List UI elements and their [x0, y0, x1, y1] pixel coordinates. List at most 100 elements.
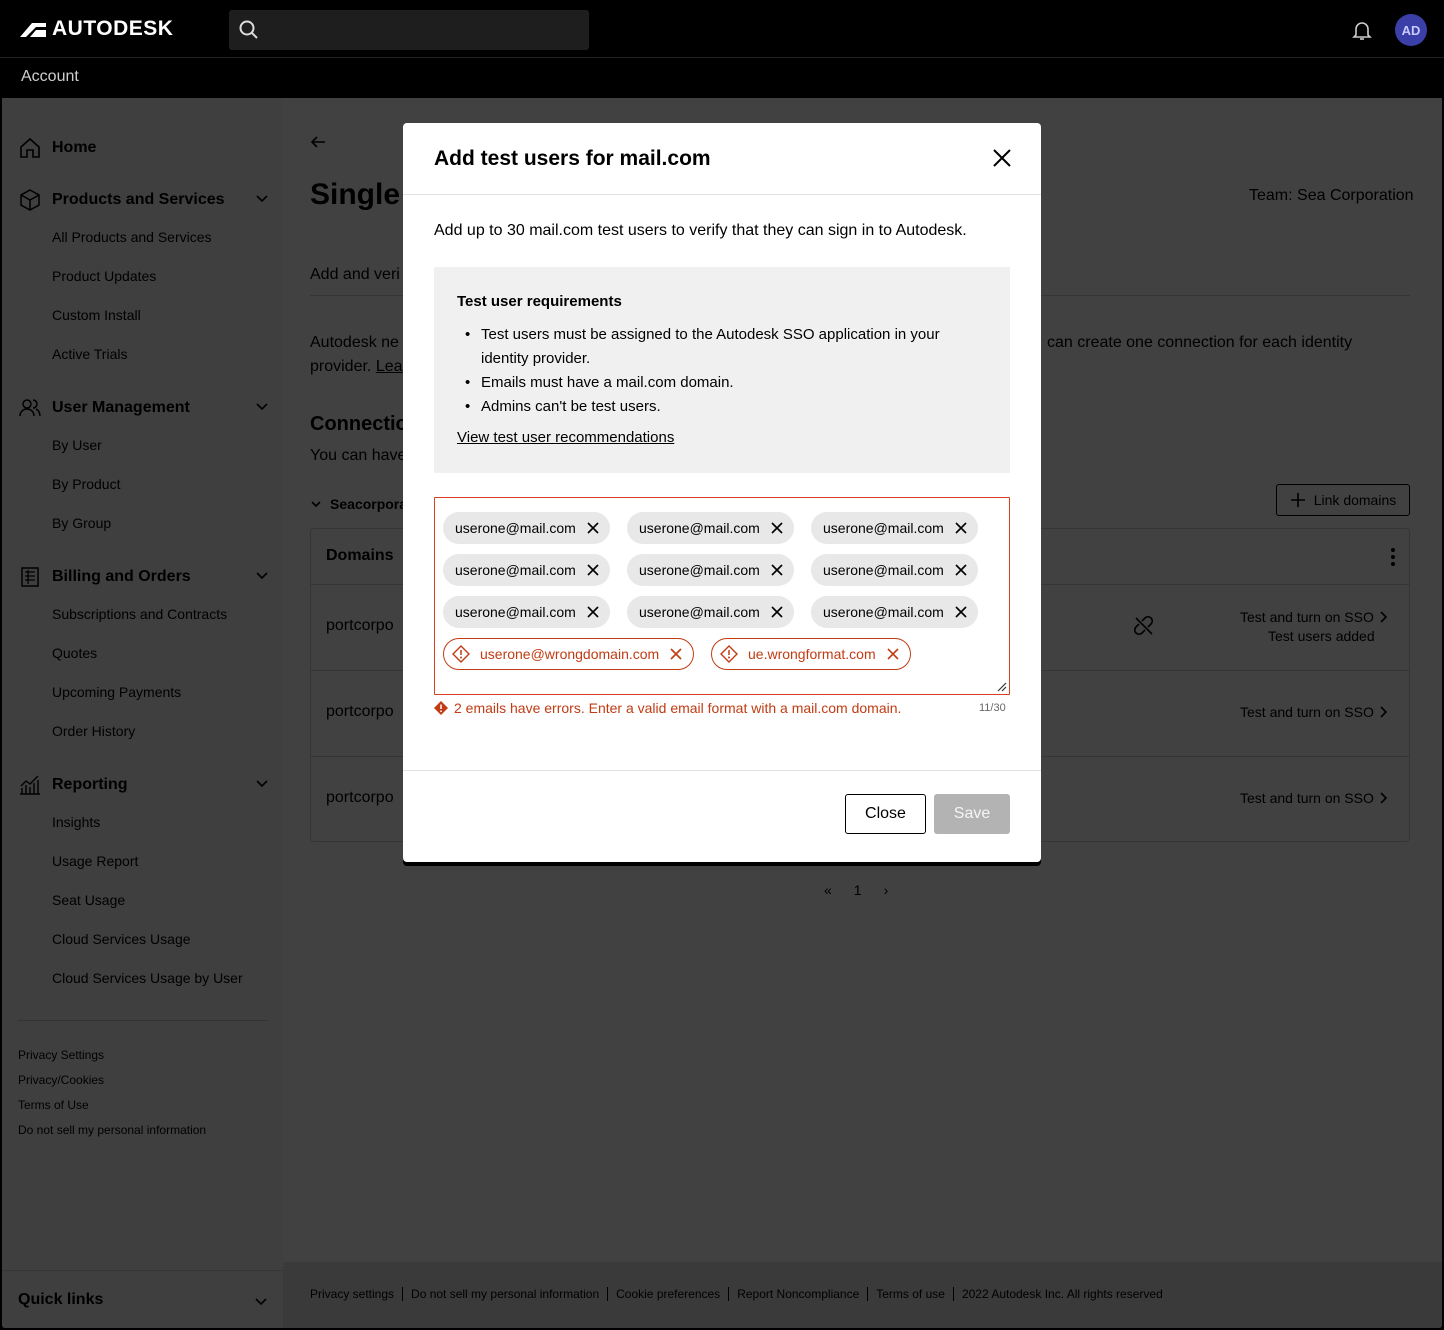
more-options-icon[interactable]	[1389, 547, 1397, 567]
view-recommendations-link[interactable]: View test user recommendations	[457, 429, 674, 446]
sidebar-section-user-management[interactable]: User Management	[18, 396, 270, 420]
sidebar-item-subscriptions[interactable]: Subscriptions and Contracts	[52, 606, 227, 622]
footer-links: Privacy settings Do not sell my personal…	[310, 1287, 1171, 1301]
sidebar-item-cloud-services-usage[interactable]: Cloud Services Usage	[52, 931, 191, 947]
pagination: « 1 ›	[824, 882, 888, 898]
close-icon[interactable]	[989, 145, 1015, 171]
page-subtitle: Add and veri	[310, 266, 400, 283]
remove-icon[interactable]	[669, 647, 683, 661]
learn-more-link[interactable]: Lea	[376, 358, 403, 375]
page-title: Single	[310, 178, 401, 211]
unlink-icon[interactable]	[1133, 615, 1155, 637]
terms-of-use-link[interactable]: Terms of Use	[18, 1098, 89, 1112]
sidebar-item-by-group[interactable]: By Group	[52, 515, 111, 531]
sidebar-item-usage-report[interactable]: Usage Report	[52, 853, 138, 869]
sidebar-item-cloud-services-usage-by-user[interactable]: Cloud Services Usage by User	[52, 970, 243, 986]
email-chip: userone@mail.com	[811, 512, 978, 544]
requirement-item: Test users must be assigned to the Autod…	[457, 323, 987, 371]
quick-links-label: Quick links	[18, 1291, 104, 1308]
warning-diamond-icon	[720, 645, 738, 663]
privacy-settings-link[interactable]: Privacy Settings	[18, 1048, 104, 1062]
remove-icon[interactable]	[954, 605, 968, 619]
sidebar-section-products[interactable]: Products and Services	[18, 188, 270, 212]
sidebar-item-by-user[interactable]: By User	[52, 437, 102, 453]
test-sso-link[interactable]: Test and turn on SSO	[1240, 609, 1388, 625]
sidebar-item-active-trials[interactable]: Active Trials	[52, 346, 127, 362]
connection-group-toggle[interactable]: Seacorpora	[310, 496, 407, 512]
table-row-domain: portcorpo	[326, 617, 394, 634]
sidebar-item-home[interactable]: Home	[18, 136, 270, 160]
account-title: Account	[21, 68, 79, 85]
do-not-sell-link[interactable]: Do not sell my personal information	[18, 1123, 206, 1137]
search-input[interactable]	[229, 10, 589, 50]
email-chip: userone@mail.com	[627, 512, 794, 544]
test-sso-link[interactable]: Test and turn on SSO	[1240, 790, 1388, 806]
test-sso-link[interactable]: Test and turn on SSO	[1240, 704, 1388, 720]
chevron-right-icon	[1380, 792, 1387, 804]
quick-links-toggle[interactable]: Quick links	[2, 1270, 283, 1328]
requirement-item: Admins can't be test users.	[457, 395, 987, 419]
remove-icon[interactable]	[770, 521, 784, 535]
email-chip-error: ue.wrongformat.com	[711, 638, 911, 670]
footer-link-report[interactable]: Report Noncompliance	[728, 1287, 867, 1301]
requirement-item: Emails must have a mail.com domain.	[457, 371, 987, 395]
remove-icon[interactable]	[586, 521, 600, 535]
box-icon	[20, 189, 40, 211]
remove-icon[interactable]	[770, 563, 784, 577]
footer-link-privacy[interactable]: Privacy settings	[310, 1287, 402, 1301]
billing-icon	[21, 567, 39, 587]
team-label: Team:	[1249, 187, 1293, 204]
save-button[interactable]: Save	[934, 794, 1010, 834]
resize-handle-icon[interactable]	[997, 682, 1007, 692]
sidebar-item-product-updates[interactable]: Product Updates	[52, 268, 156, 284]
back-arrow-icon[interactable]	[310, 135, 326, 149]
sidebar-item-custom-install[interactable]: Custom Install	[52, 307, 141, 323]
email-chip: userone@mail.com	[627, 596, 794, 628]
sidebar-item-label: Reporting	[52, 776, 128, 793]
sidebar-item-insights[interactable]: Insights	[52, 814, 100, 830]
autodesk-logo[interactable]: AUTODESK	[20, 17, 173, 41]
close-button[interactable]: Close	[845, 794, 926, 834]
link-domains-label: Link domains	[1313, 492, 1397, 508]
next-page-icon[interactable]: ›	[884, 882, 889, 898]
avatar[interactable]: AD	[1395, 14, 1427, 46]
email-chip: userone@mail.com	[811, 554, 978, 586]
remove-icon[interactable]	[954, 521, 968, 535]
first-page-icon[interactable]: «	[824, 882, 832, 898]
sidebar-section-reporting[interactable]: Reporting	[18, 773, 270, 797]
page-footer: Privacy settings Do not sell my personal…	[283, 1262, 1442, 1328]
warning-diamond-icon	[452, 645, 470, 663]
sidebar-item-upcoming-payments[interactable]: Upcoming Payments	[52, 684, 181, 700]
footer-link-do-not-sell[interactable]: Do not sell my personal information	[402, 1287, 607, 1301]
sidebar: Home Products and Services All Products …	[2, 98, 283, 1328]
sidebar-item-label: User Management	[52, 399, 190, 416]
sidebar-item-quotes[interactable]: Quotes	[52, 645, 97, 661]
dialog-header: Add test users for mail.com	[403, 123, 1041, 195]
connections-description: You can have	[310, 447, 407, 464]
email-chips-input[interactable]: userone@mail.com userone@mail.com useron…	[434, 497, 1010, 695]
sidebar-item-order-history[interactable]: Order History	[52, 723, 135, 739]
sidebar-item-by-product[interactable]: By Product	[52, 476, 120, 492]
table-row-domain: portcorpo	[326, 789, 394, 806]
page-number[interactable]: 1	[854, 882, 862, 898]
email-chip: userone@mail.com	[443, 596, 610, 628]
chip-label: userone@mail.com	[455, 604, 576, 620]
remove-icon[interactable]	[586, 605, 600, 619]
sidebar-item-all-products[interactable]: All Products and Services	[52, 229, 212, 245]
sidebar-section-billing[interactable]: Billing and Orders	[18, 565, 270, 589]
connection-group-name: Seacorpora	[330, 496, 408, 512]
email-chip: userone@mail.com	[443, 512, 610, 544]
bell-icon[interactable]	[1350, 18, 1374, 42]
remove-icon[interactable]	[886, 647, 900, 661]
sidebar-item-label: Home	[52, 139, 97, 156]
remove-icon[interactable]	[770, 605, 784, 619]
sidebar-item-seat-usage[interactable]: Seat Usage	[52, 892, 125, 908]
privacy-cookies-link[interactable]: Privacy/Cookies	[18, 1073, 104, 1087]
link-domains-button[interactable]: Link domains	[1276, 484, 1410, 516]
footer-link-cookies[interactable]: Cookie preferences	[607, 1287, 728, 1301]
footer-link-terms[interactable]: Terms of use	[867, 1287, 953, 1301]
remove-icon[interactable]	[586, 563, 600, 577]
remove-icon[interactable]	[954, 563, 968, 577]
chip-label: userone@mail.com	[823, 520, 944, 536]
test-sso-label: Test and turn on SSO	[1240, 609, 1374, 625]
